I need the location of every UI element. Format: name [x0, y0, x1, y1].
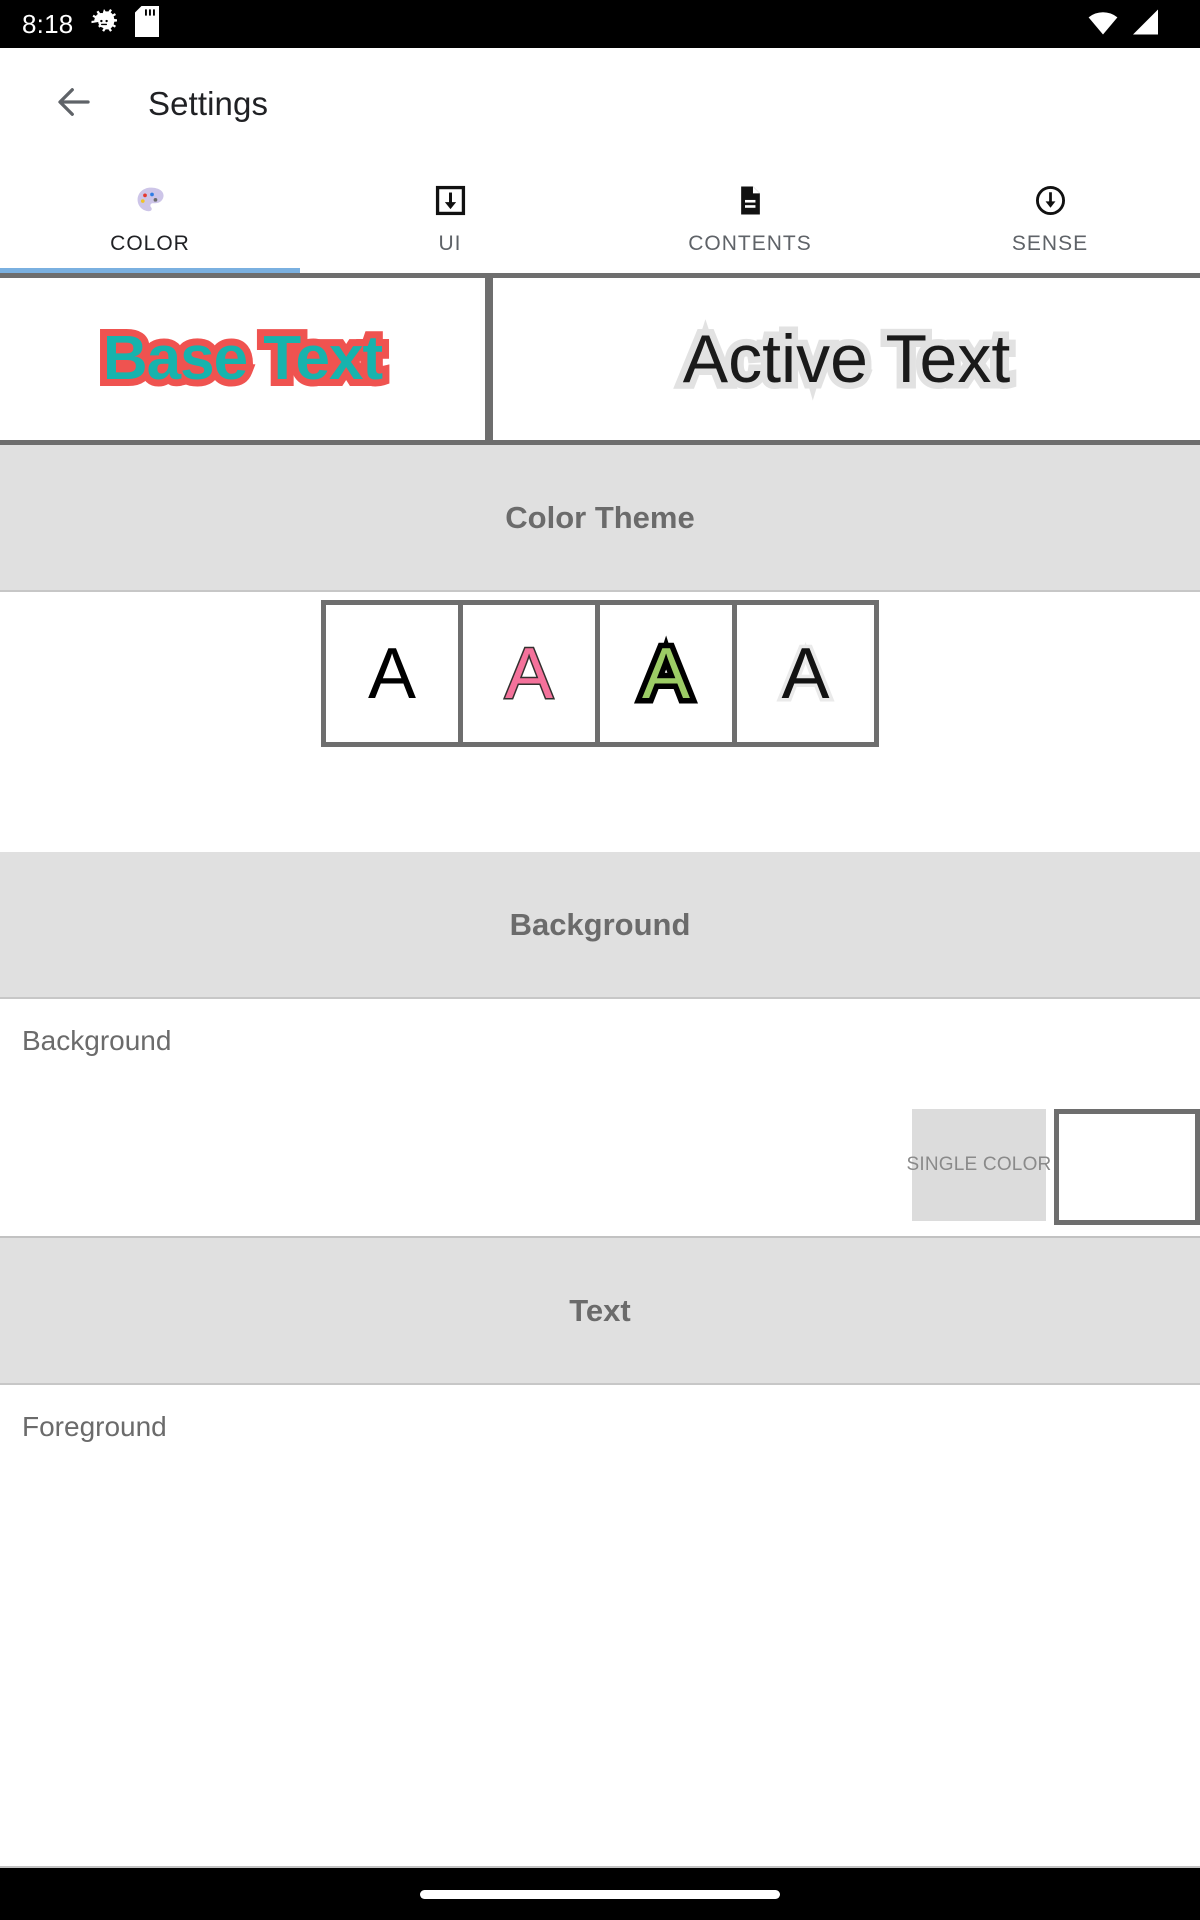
- section-title-color-theme: Color Theme: [505, 499, 695, 535]
- palette-icon: [134, 184, 167, 218]
- status-clock: 8:18: [22, 9, 74, 39]
- tab-sense[interactable]: SENSE: [900, 160, 1200, 273]
- back-arrow-icon: [53, 81, 95, 128]
- status-bar-left: 8:18: [22, 6, 160, 42]
- wifi-icon: [1088, 9, 1118, 40]
- foreground-row-label: Foreground: [22, 1411, 167, 1442]
- home-gesture-pill[interactable]: [420, 1889, 780, 1899]
- status-bar-right: [1088, 9, 1178, 40]
- background-preference-row[interactable]: Background SINGLE COLOR: [0, 999, 1200, 1238]
- circle-down-arrow-icon: [1034, 184, 1067, 218]
- tab-color[interactable]: COLOR: [0, 160, 300, 273]
- background-row-label: Background: [22, 1025, 172, 1056]
- base-text-preview-card[interactable]: Base Text: [0, 278, 490, 440]
- signal-icon: [1132, 9, 1160, 40]
- tab-label-ui: UI: [438, 231, 462, 255]
- tab-contents[interactable]: CONTENTS: [600, 160, 900, 273]
- page-title: Settings: [148, 85, 269, 122]
- status-bar: 8:18: [0, 0, 1200, 48]
- section-header-color-theme: Color Theme: [0, 445, 1200, 592]
- tab-active-indicator: [0, 268, 300, 273]
- single-color-button[interactable]: SINGLE COLOR: [907, 1109, 1051, 1221]
- swatch-letter-4: A: [778, 633, 833, 714]
- tab-label-contents: CONTENTS: [688, 231, 812, 255]
- tab-ui[interactable]: UI: [300, 160, 600, 273]
- preview-row: Base Text Active Text: [0, 273, 1200, 445]
- section-header-background: Background: [0, 852, 1200, 999]
- tab-label-color: COLOR: [110, 231, 190, 255]
- color-theme-swatch-zone: A A A A: [0, 592, 1200, 852]
- app-bar: Settings: [0, 48, 1200, 160]
- color-theme-swatch-4[interactable]: A: [737, 605, 874, 742]
- swatch-letter-3: A: [636, 632, 695, 715]
- section-title-background: Background: [509, 906, 691, 942]
- section-header-text: Text: [0, 1238, 1200, 1385]
- active-text-preview-card[interactable]: Active Text: [490, 278, 1200, 440]
- background-row-controls: SINGLE COLOR: [907, 1109, 1200, 1225]
- base-text-sample: Base Text: [96, 321, 390, 397]
- navigation-bar: [0, 1868, 1200, 1920]
- download-box-icon: [434, 184, 467, 218]
- tab-bar: COLOR UI CONTENTS SENSE: [0, 160, 1200, 273]
- back-button[interactable]: [46, 76, 102, 132]
- color-theme-swatch-1[interactable]: A: [326, 605, 463, 742]
- swatch-letter-2: A: [503, 633, 554, 714]
- foreground-preference-row[interactable]: Foreground: [0, 1385, 1200, 1868]
- settings-screen: 8:18 Settings COLOR UI CONTENTS SENSE Ba…: [0, 0, 1200, 1920]
- color-theme-swatch-2[interactable]: A: [463, 605, 600, 742]
- sd-card-icon: [135, 6, 160, 42]
- color-theme-swatch-group: A A A A: [321, 600, 879, 747]
- background-color-preview[interactable]: [1054, 1109, 1200, 1225]
- active-text-sample: Active Text: [676, 319, 1017, 400]
- section-title-text: Text: [569, 1292, 631, 1328]
- color-theme-swatch-3[interactable]: A: [600, 605, 737, 742]
- document-icon: [734, 184, 767, 218]
- swatch-letter-1: A: [367, 633, 417, 714]
- tab-label-sense: SENSE: [1011, 231, 1089, 255]
- android-gear-icon: [89, 7, 119, 42]
